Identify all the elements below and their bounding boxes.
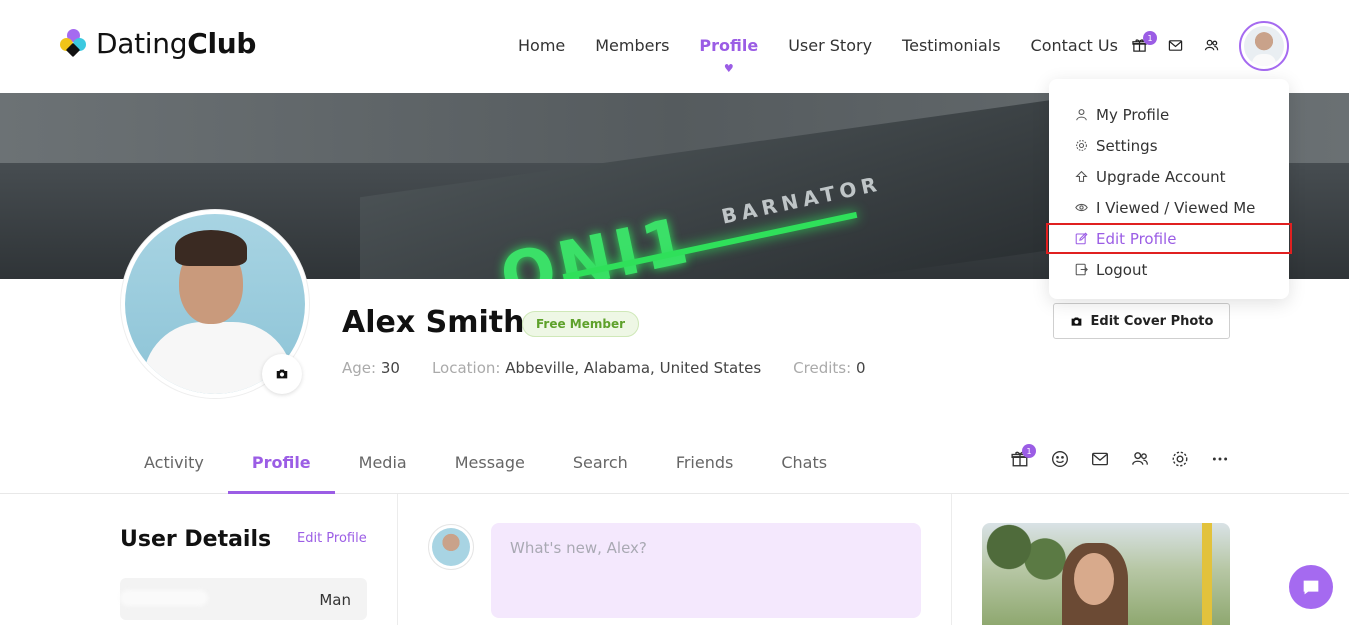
logout-icon — [1075, 263, 1088, 276]
smiley-icon[interactable] — [1050, 450, 1070, 468]
menu-item-logout[interactable]: Logout — [1049, 254, 1289, 285]
profile-tab-icons: 1 — [1010, 444, 1250, 468]
logo-text: DatingClub — [96, 27, 257, 60]
chat-icon — [1303, 580, 1319, 595]
user-details-edit-link[interactable]: Edit Profile — [297, 531, 367, 546]
user-details-title: User Details — [120, 527, 272, 552]
logo-mark-icon — [60, 28, 88, 59]
profile-credits: Credits: 0 — [793, 359, 866, 377]
menu-item-viewed[interactable]: I Viewed / Viewed Me — [1049, 192, 1289, 223]
user-icon — [1076, 109, 1087, 121]
profile-age: Age: 30 — [342, 359, 400, 377]
user-detail-row: Man — [120, 578, 367, 620]
site-logo[interactable]: DatingClub — [60, 27, 256, 60]
tab-search[interactable]: Search — [549, 440, 652, 494]
menu-item-upgrade-account[interactable]: Upgrade Account — [1049, 161, 1289, 192]
tab-friends[interactable]: Friends — [652, 440, 758, 494]
mail-icon[interactable] — [1165, 36, 1185, 54]
nav-contact-us[interactable]: Contact Us — [1031, 36, 1118, 55]
chat-bubble-button[interactable] — [1289, 565, 1333, 609]
membership-badge: Free Member — [522, 311, 640, 337]
mail-icon[interactable] — [1090, 450, 1110, 468]
nav-profile[interactable]: Profile ♥ — [699, 36, 758, 75]
member-photo[interactable] — [982, 523, 1230, 625]
gear-icon — [1076, 140, 1087, 151]
profile-location: Location: Abbeville, Alabama, United Sta… — [431, 359, 762, 377]
user-detail-value: Man — [319, 591, 351, 609]
tab-activity[interactable]: Activity — [120, 440, 228, 494]
edit-cover-photo-button[interactable]: Edit Cover Photo — [1053, 303, 1230, 339]
header-avatar[interactable] — [1239, 21, 1289, 71]
tab-message[interactable]: Message — [431, 440, 549, 494]
gear-icon[interactable] — [1170, 450, 1190, 468]
column-divider — [951, 494, 952, 625]
menu-item-settings[interactable]: Settings — [1049, 130, 1289, 161]
change-avatar-camera-icon[interactable] — [262, 354, 302, 394]
main-nav: Home Members Profile ♥ User Story Testimo… — [518, 36, 1148, 75]
nav-testimonials[interactable]: Testimonials — [902, 36, 1001, 55]
more-icon[interactable] — [1210, 450, 1230, 468]
camera-icon — [1071, 316, 1081, 326]
menu-item-edit-profile[interactable]: Edit Profile — [1046, 223, 1292, 254]
tab-media[interactable]: Media — [335, 440, 431, 494]
tab-profile[interactable]: Profile — [227, 440, 335, 494]
friends-icon[interactable] — [1130, 450, 1150, 468]
nav-home[interactable]: Home — [518, 36, 565, 55]
gift-icon[interactable]: 1 — [1129, 31, 1157, 54]
nav-user-story[interactable]: User Story — [788, 36, 872, 55]
menu-item-my-profile[interactable]: My Profile — [1049, 99, 1289, 130]
heart-icon: ♥ — [723, 62, 734, 75]
column-divider — [397, 494, 398, 625]
gift-badge: 1 — [1022, 444, 1036, 458]
post-composer-input[interactable]: What's new, Alex? — [491, 523, 921, 618]
arrow-up-icon — [1075, 170, 1088, 182]
profile-meta: Age: 30 Location: Abbeville, Alabama, Un… — [342, 359, 897, 377]
friends-icon[interactable] — [1201, 36, 1221, 54]
gift-badge: 1 — [1143, 31, 1157, 45]
composer-avatar — [428, 524, 474, 570]
profile-name: Alex Smith — [342, 305, 525, 340]
nav-members[interactable]: Members — [595, 36, 669, 55]
gift-icon[interactable]: 1 — [1010, 444, 1036, 468]
edit-icon — [1075, 232, 1088, 245]
tab-chats[interactable]: Chats — [757, 440, 851, 494]
eye-icon — [1075, 203, 1088, 212]
user-dropdown-menu: My Profile Settings Upgrade Account I Vi… — [1046, 79, 1292, 299]
header-icons: 1 — [1129, 31, 1237, 54]
profile-tabs: Activity Profile Media Message Search Fr… — [120, 440, 851, 494]
